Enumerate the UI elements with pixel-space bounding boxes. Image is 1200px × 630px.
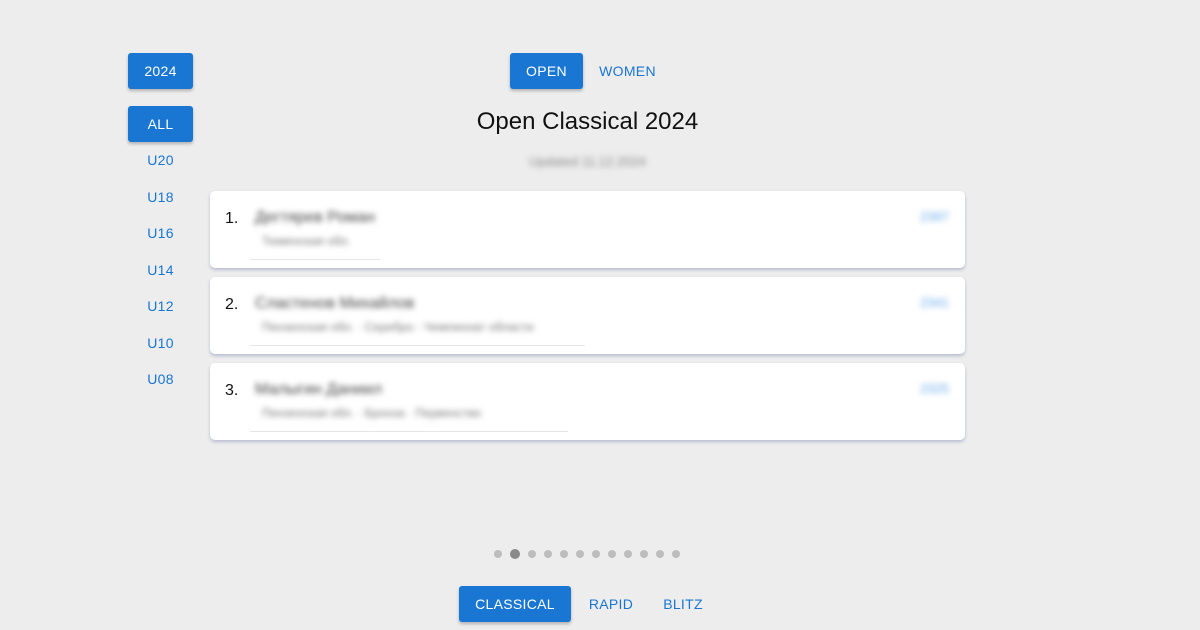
- category-u18-button[interactable]: U18: [128, 183, 193, 211]
- category-u08-button[interactable]: U08: [128, 365, 193, 393]
- pagination-dot[interactable]: [510, 549, 520, 559]
- pagination-dot[interactable]: [672, 550, 680, 558]
- player-details: Пензенская обл. · Бронза · Первенство: [262, 406, 482, 420]
- standing-card[interactable]: 3. Малыгин Даниил Пензенская обл. · Брон…: [210, 363, 965, 440]
- player-name: Малыгин Даниил: [255, 381, 383, 398]
- pagination-dot[interactable]: [656, 550, 664, 558]
- tab-blitz[interactable]: BLITZ: [651, 586, 715, 622]
- section-open-button[interactable]: OPEN: [510, 53, 583, 89]
- section-women-button[interactable]: WOMEN: [590, 53, 665, 89]
- category-u20-button[interactable]: U20: [128, 146, 193, 174]
- tab-rapid[interactable]: RAPID: [579, 586, 643, 622]
- pagination-dot[interactable]: [576, 550, 584, 558]
- card-divider: [250, 259, 380, 260]
- category-u12-button[interactable]: U12: [128, 292, 193, 320]
- standing-rank: 3.: [225, 382, 239, 399]
- player-rating: 2397: [920, 209, 949, 224]
- card-divider: [250, 345, 585, 346]
- standing-card[interactable]: 2. Сластенов Михайлов Пензенская обл. · …: [210, 277, 965, 354]
- player-details: Тюменская обл.: [262, 234, 351, 248]
- pagination-dots: [494, 549, 680, 559]
- updated-subtitle: Updated 11.12.2024: [529, 154, 646, 169]
- standing-card[interactable]: 1. Дегтярев Роман Тюменская обл. 2397: [210, 191, 965, 268]
- pagination-dot[interactable]: [592, 550, 600, 558]
- category-u10-button[interactable]: U10: [128, 329, 193, 357]
- pagination-dot[interactable]: [528, 550, 536, 558]
- pagination-dot[interactable]: [608, 550, 616, 558]
- pagination-dot[interactable]: [624, 550, 632, 558]
- standing-rank: 2.: [225, 296, 239, 313]
- player-name: Сластенов Михайлов: [255, 295, 415, 312]
- player-details: Пензенская обл. · Серебро · Чемпионат об…: [262, 320, 534, 334]
- category-all-button[interactable]: ALL: [128, 106, 193, 142]
- tab-classical[interactable]: CLASSICAL: [459, 586, 571, 622]
- pagination-dot[interactable]: [544, 550, 552, 558]
- player-rating: 2325: [920, 381, 949, 396]
- pagination-dot[interactable]: [494, 550, 502, 558]
- pagination-dot[interactable]: [640, 550, 648, 558]
- category-u16-button[interactable]: U16: [128, 219, 193, 247]
- year-button[interactable]: 2024: [128, 53, 193, 89]
- standing-rank: 1.: [225, 210, 239, 227]
- pagination-dot[interactable]: [560, 550, 568, 558]
- page-title: Open Classical 2024: [476, 108, 699, 135]
- category-u14-button[interactable]: U14: [128, 256, 193, 284]
- card-divider: [250, 431, 568, 432]
- player-name: Дегтярев Роман: [255, 209, 375, 226]
- player-rating: 2341: [920, 295, 949, 310]
